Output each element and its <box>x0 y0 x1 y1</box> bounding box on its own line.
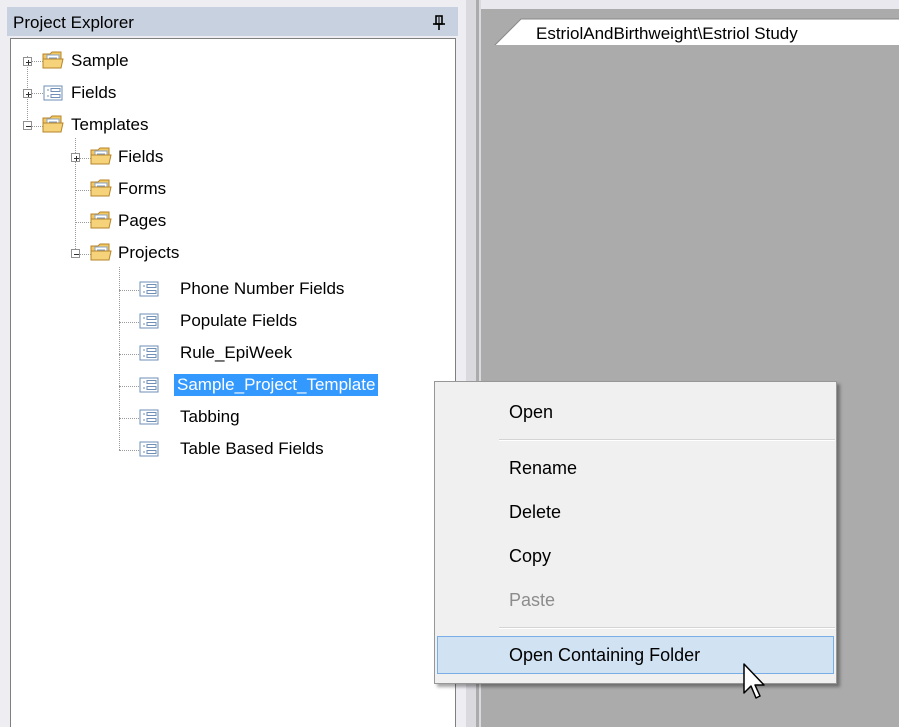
menu-item-label: Rename <box>509 458 578 478</box>
collapse-icon[interactable] <box>23 121 32 130</box>
tree-node-label: Templates <box>71 115 149 134</box>
expand-icon[interactable] <box>23 89 32 98</box>
panel-title: Project Explorer <box>13 13 134 32</box>
pin-icon[interactable] <box>432 15 446 31</box>
tree-node-label: Tabbing <box>180 407 240 426</box>
tree-node-fields[interactable]: Fields <box>11 79 311 109</box>
tree-node-sample-project-template[interactable]: Sample_Project_Template <box>11 371 441 401</box>
tab-label: EstriolAndBirthweight\Estriol Study <box>536 24 798 43</box>
expand-icon[interactable] <box>23 57 32 66</box>
fields-icon <box>43 85 63 101</box>
tree-node-projects[interactable]: Projects <box>11 239 311 269</box>
tab-strip <box>481 0 899 9</box>
tree-node-label: Sample_Project_Template <box>174 374 379 396</box>
folder-icon <box>89 145 113 167</box>
menu-item-label: Delete <box>509 502 562 522</box>
folder-icon <box>41 113 65 135</box>
menu-item-label: Open Containing Folder <box>509 645 701 665</box>
tree-node-template-fields[interactable]: Fields <box>11 143 311 173</box>
folder-icon <box>89 177 113 199</box>
folder-icon <box>41 49 65 71</box>
tree-node-forms[interactable]: Forms <box>11 175 311 205</box>
tree-node-label: Phone Number Fields <box>180 279 345 298</box>
tree-node-label: Rule_EpiWeek <box>180 343 293 362</box>
fields-icon <box>139 441 159 457</box>
tree-node-pages[interactable]: Pages <box>11 207 311 237</box>
collapse-icon[interactable] <box>71 249 80 258</box>
fields-icon <box>139 409 159 425</box>
menu-item-delete[interactable]: Delete <box>437 493 834 531</box>
menu-item-label: Paste <box>509 590 556 610</box>
project-tree: Sample Fields Templates Fields Forms Pag… <box>10 38 456 727</box>
tree-node-label: Table Based Fields <box>180 439 324 458</box>
fields-icon <box>139 345 159 361</box>
project-explorer-panel: Project Explorer Sample Fields Templates… <box>0 0 466 727</box>
tree-node-label: Pages <box>118 211 167 230</box>
menu-item-label: Copy <box>509 546 552 566</box>
tree-node-tabbing[interactable]: Tabbing <box>11 403 411 433</box>
project-explorer-header: Project Explorer <box>7 7 458 36</box>
tree-node-label: Projects <box>118 243 180 262</box>
menu-separator <box>499 439 835 441</box>
fields-icon <box>139 313 159 329</box>
tree-node-label: Forms <box>118 179 167 198</box>
tree-node-templates[interactable]: Templates <box>11 111 311 141</box>
tab-estriol-study[interactable]: EstriolAndBirthweight\Estriol Study <box>493 18 899 48</box>
folder-icon <box>89 209 113 231</box>
tree-node-label: Sample <box>71 51 129 70</box>
tree-node-phone-number-fields[interactable]: Phone Number Fields <box>11 275 411 305</box>
context-menu: Open Rename Delete Copy Paste Open Conta… <box>434 381 837 684</box>
menu-item-open-containing-folder[interactable]: Open Containing Folder <box>437 636 834 674</box>
fields-icon <box>139 281 159 297</box>
tree-node-sample[interactable]: Sample <box>11 47 311 77</box>
menu-separator <box>499 627 835 629</box>
tree-node-rule-epiweek[interactable]: Rule_EpiWeek <box>11 339 411 369</box>
menu-item-open[interactable]: Open <box>437 393 834 431</box>
folder-icon <box>89 241 113 263</box>
menu-item-paste[interactable]: Paste <box>437 581 834 619</box>
expand-icon[interactable] <box>71 153 80 162</box>
tree-node-label: Fields <box>118 147 164 166</box>
tree-node-label: Populate Fields <box>180 311 298 330</box>
fields-icon <box>139 377 159 393</box>
mouse-pointer-icon <box>743 663 769 703</box>
tree-node-label: Fields <box>71 83 117 102</box>
menu-item-copy[interactable]: Copy <box>437 537 834 575</box>
menu-item-label: Open <box>509 402 554 422</box>
menu-item-rename[interactable]: Rename <box>437 449 834 487</box>
tree-node-populate-fields[interactable]: Populate Fields <box>11 307 411 337</box>
tree-node-table-based-fields[interactable]: Table Based Fields <box>11 435 411 465</box>
